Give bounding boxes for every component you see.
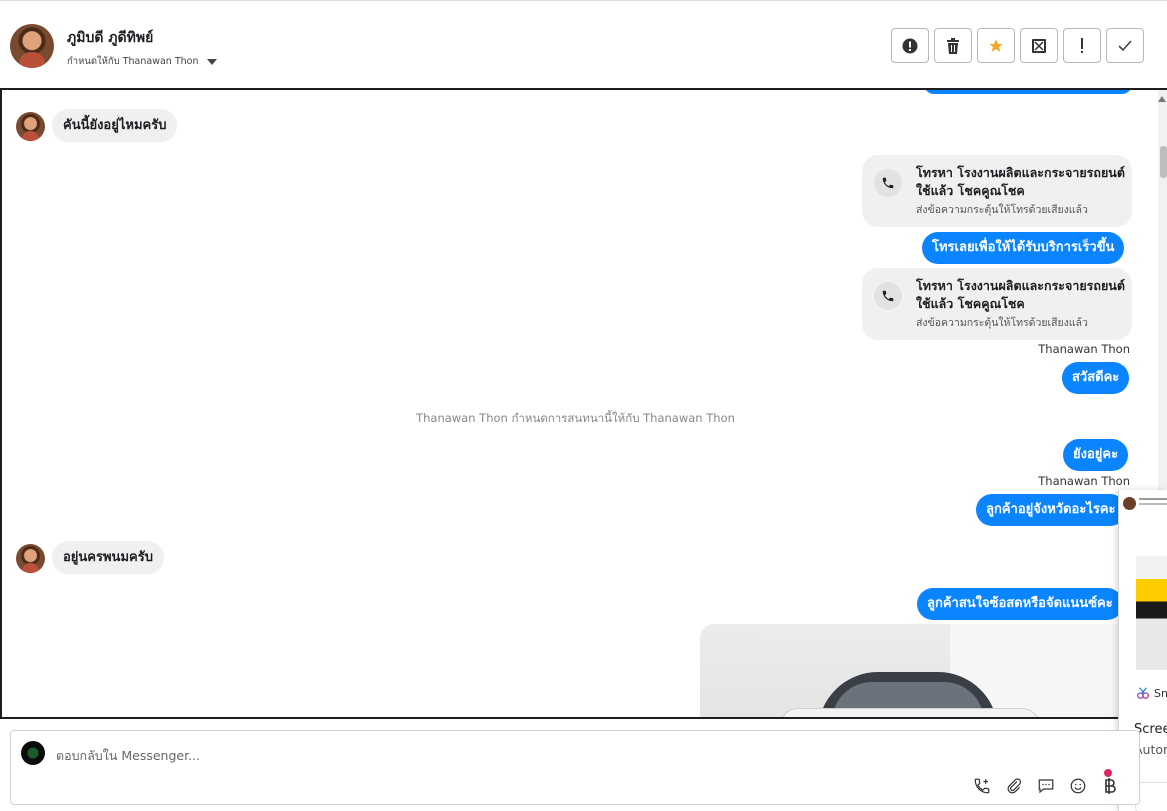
conversation-actions [891, 28, 1144, 63]
message-bubble-out-partial [924, 90, 1132, 94]
contact-avatar-small [16, 544, 45, 573]
contact-avatar[interactable] [10, 24, 54, 68]
contact-avatar-small [16, 112, 45, 141]
check-icon [1118, 39, 1132, 51]
message-bubble-out: สวัสดีคะ [1062, 362, 1130, 394]
message-thread[interactable]: คันนี้ยังอยู่ไหมครับ โทรหา โรงงานผลิตและ… [0, 88, 1167, 719]
star-icon [989, 38, 1003, 52]
assignee-label: กำหนดให้กับ Thanawan Thon [67, 56, 199, 67]
phone-icon [874, 169, 902, 197]
phone-icon [874, 282, 902, 310]
scroll-up-arrow-icon[interactable] [1158, 96, 1166, 102]
sender-name: Thanawan Thon [1038, 342, 1130, 356]
conversation-header: ภูมิบดี ภูดีทิพย์ กำหนดให้กับ Thanawan T… [0, 3, 1167, 87]
trash-icon [947, 37, 959, 54]
message-bubble-in: คันนี้ยังอยู่ไหมครับ [52, 109, 178, 142]
message-bubble-in: อยู่นครพนมครับ [52, 541, 164, 574]
sender-name: Thanawan Thon [1038, 474, 1130, 488]
spam-button[interactable] [891, 28, 929, 63]
mini-avatar [1123, 497, 1136, 510]
reply-input[interactable]: ตอบกลับใน Messenger... [56, 746, 200, 766]
envelope-x-icon [1032, 38, 1046, 53]
call-card-title: โทรหา โรงงานผลิตและกระจายรถยนต์ใช้แล้ว โ… [916, 278, 1125, 311]
composer-toolbar [971, 775, 1121, 797]
message-bubble-out: ลูกค้าสนใจซ้อสดหรือจัดแนนซ์คะ [917, 588, 1123, 620]
exclamation-circle-icon [902, 38, 918, 53]
assignee-dropdown[interactable]: กำหนดให้กับ Thanawan Thon [67, 54, 217, 69]
caret-down-icon [206, 58, 217, 65]
call-card-subtitle: ส่งข้อความกระตุ้นให้โทรด้วยเสียงแล้ว [916, 204, 1088, 216]
emoji-icon[interactable] [1067, 775, 1089, 797]
car-photo-attachment[interactable] [700, 624, 1140, 717]
snip-app-label: Sn [1154, 687, 1167, 700]
scrollbar-thumb[interactable] [1160, 146, 1167, 178]
call-add-icon[interactable] [971, 775, 993, 797]
system-notice: Thanawan Thon กำหนดการสนทนานี้ให้กับ Tha… [416, 411, 735, 425]
message-bubble-out: ยังอยู่คะ [1063, 439, 1129, 471]
exclamation-icon [1081, 37, 1083, 53]
page-avatar [21, 741, 45, 765]
call-card-title: โทรหา โรงงานผลิตและกระจายรถยนต์ใช้แล้ว โ… [916, 165, 1125, 198]
call-card-subtitle: ส่งข้อความกระตุ้นให้โทรด้วยเสียงแล้ว [916, 317, 1088, 329]
message-bubble-out: ลูกค้าอยู่จังหวัดอะไรคะ [976, 494, 1126, 526]
screenshot-thumbnail[interactable] [1136, 556, 1167, 670]
call-prompt-card[interactable]: โทรหา โรงงานผลิตและกระจายรถยนต์ใช้แล้ว โ… [862, 268, 1132, 340]
reply-composer[interactable]: ตอบกลับใน Messenger... [10, 730, 1140, 805]
delete-button[interactable] [934, 28, 972, 63]
star-button[interactable] [977, 28, 1015, 63]
baht-payment-icon[interactable] [1099, 775, 1121, 797]
attachment-icon[interactable] [1003, 775, 1025, 797]
done-button[interactable] [1106, 28, 1144, 63]
contact-name[interactable]: ภูมิบดี ภูดีทิพย์ [67, 27, 153, 49]
snipping-tool-icon [1137, 687, 1149, 699]
mark-unread-button[interactable] [1020, 28, 1058, 63]
call-prompt-card[interactable]: โทรหา โรงงานผลิตและกระจายรถยนต์ใช้แล้ว โ… [862, 155, 1132, 227]
saved-reply-icon[interactable] [1035, 775, 1057, 797]
notification-dot [1104, 769, 1112, 777]
message-bubble-out: โทรเลยเพื่อให้ได้รับบริการเร็วขึ้น [922, 232, 1125, 264]
follow-up-button[interactable] [1063, 28, 1101, 63]
